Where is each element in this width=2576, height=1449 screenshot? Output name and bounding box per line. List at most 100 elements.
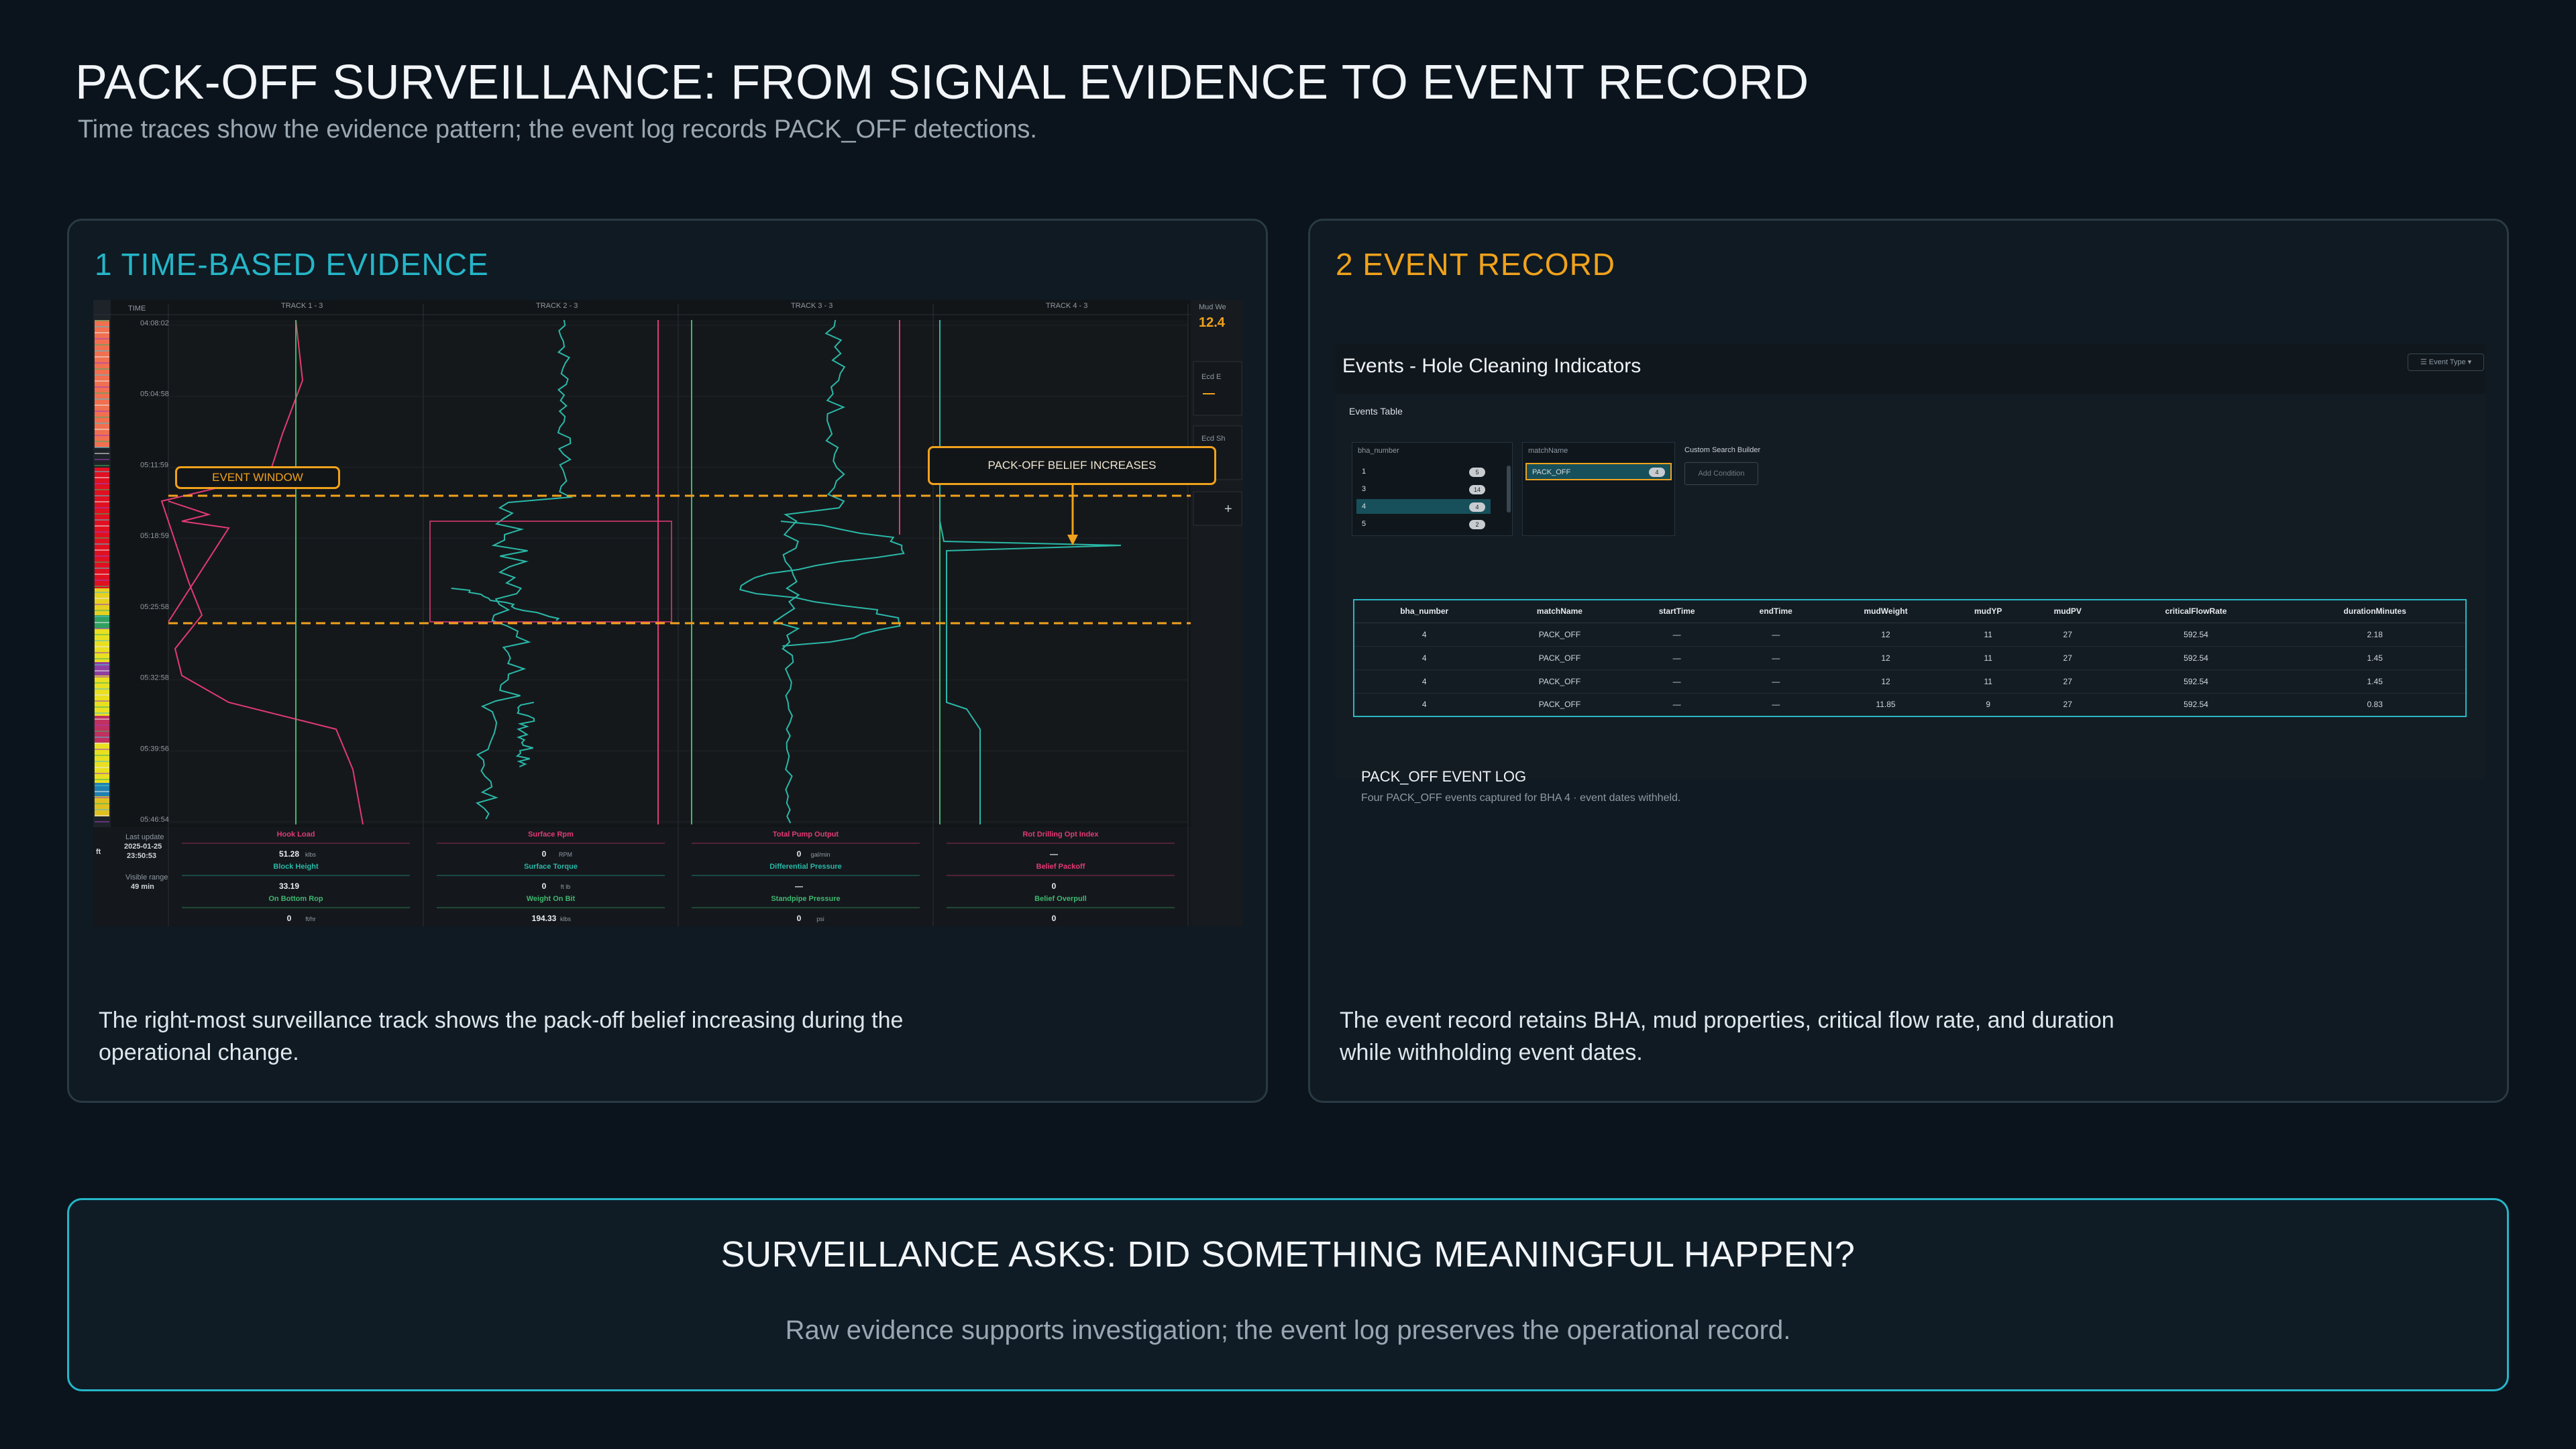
- lithology-stripe: [95, 670, 109, 672]
- lithology-stripe: [95, 555, 109, 557]
- lithology-stripe: [95, 592, 109, 593]
- filter-option[interactable]: 52: [1356, 517, 1491, 531]
- surveillance-chart-screenshot: TIME TRACK 1 - 3 TRACK 2 - 3 TRACK 3 - 3 TRA…: [93, 300, 1243, 926]
- readout-value: 33.19: [279, 881, 299, 891]
- table-cell: PACK_OFF: [1494, 669, 1625, 694]
- lithology-stripe: [95, 453, 109, 454]
- lithology-stripe: [95, 785, 109, 786]
- filter-option[interactable]: 15: [1356, 464, 1491, 479]
- lithology-stripe: [95, 368, 109, 370]
- event-type-button[interactable]: ☰ Event Type ▾: [2408, 354, 2484, 371]
- table-cell: 2.18: [2284, 623, 2466, 647]
- lithology-stripe: [95, 622, 109, 623]
- lithology-stripe: [95, 380, 109, 382]
- lithology-stripe: [95, 374, 109, 376]
- column-header[interactable]: bha_number: [1354, 600, 1495, 623]
- time-tick: 05:04:58: [140, 390, 169, 398]
- lithology-stripe: [95, 821, 109, 822]
- table-row[interactable]: 4 PACK_OFF — —11.85 9 27 592.54 0.83: [1354, 693, 2466, 717]
- filter-option[interactable]: 3 14: [1356, 482, 1491, 496]
- filter-count-badge: 4: [1469, 502, 1485, 512]
- time-tick: 05:25:58: [140, 603, 169, 611]
- table-cell: 592.54: [2107, 693, 2285, 717]
- table-cell: 11: [1948, 669, 2028, 694]
- lithology-stripe: [95, 658, 109, 659]
- readout-value: 0: [797, 849, 802, 859]
- filter-option-pack-off[interactable]: PACK_OFF 4: [1525, 463, 1672, 480]
- time-tick: 05:39:56: [140, 745, 169, 753]
- lithology-stripe: [95, 767, 109, 768]
- table-cell: PACK_OFF: [1494, 646, 1625, 670]
- column-header[interactable]: mudYP: [1948, 600, 2028, 623]
- readout-value: 194.33: [532, 914, 557, 923]
- readout-value: 0: [797, 914, 802, 923]
- table-cell: —: [1728, 669, 1823, 694]
- add-panel-button: [1193, 491, 1242, 526]
- readout-value: 0: [287, 914, 292, 923]
- events-table-section: Events Table bha_number 1 5 3 14 4 4 5 2 matchN…: [1336, 394, 2485, 804]
- readout-unit: ft/hr: [305, 916, 316, 922]
- lithology-stripe: [95, 640, 109, 641]
- lithology-stripe: [95, 519, 109, 521]
- filter-scrollbar[interactable]: [1507, 466, 1511, 513]
- table-cell: —: [1728, 693, 1823, 717]
- filter-option-label: 1: [1362, 468, 1366, 476]
- chevron-down-icon: ▾: [2465, 358, 2472, 366]
- lithology-stripe: [95, 471, 109, 472]
- banner-heading: SURVEILLANCE ASKS: DID SOMETHING MEANING…: [720, 1234, 1856, 1275]
- lithology-stripe: [95, 580, 109, 581]
- lithology-stripe: [95, 398, 109, 400]
- readout-label: Standpipe Pressure: [771, 895, 840, 903]
- column-header[interactable]: criticalFlowRate: [2107, 600, 2285, 623]
- column-header[interactable]: matchName: [1494, 600, 1625, 623]
- column-header[interactable]: mudWeight: [1823, 600, 1949, 623]
- panel-caption: The right-most surveillance track shows …: [99, 1008, 904, 1065]
- lithology-stripe: [95, 628, 109, 629]
- panel-caption: The event record retains BHA, mud proper…: [1340, 1008, 2114, 1065]
- readout-value: 0: [542, 849, 547, 859]
- table-row[interactable]: 4 PACK_OFF — —12 11 27 592.54 1.45: [1354, 669, 2466, 694]
- table-row[interactable]: 4 PACK_OFF — —12 11 27 592.54 1.45: [1354, 646, 2466, 670]
- table-cell: 12: [1823, 646, 1949, 670]
- filter-option[interactable]: 44: [1356, 499, 1491, 514]
- last-update-time: 23:50:53: [127, 852, 156, 860]
- readout-label: Rot Drilling Opt Index: [1022, 830, 1099, 839]
- lithology-stripe: [95, 386, 109, 388]
- surveillance-chart: TIME TRACK 1 - 3 TRACK 2 - 3 TRACK 3 - 3 TRA…: [93, 300, 1243, 926]
- filter-option-label: PACK_OFF: [1532, 468, 1571, 476]
- lithology-stripe: [95, 718, 109, 720]
- lithology-stripe: [95, 574, 109, 575]
- filter-option-label: 4: [1362, 502, 1366, 511]
- column-header[interactable]: durationMinutes: [2284, 600, 2466, 623]
- table-cell: —: [1625, 646, 1729, 670]
- column-header[interactable]: startTime: [1625, 600, 1729, 623]
- table-row[interactable]: 4 PACK_OFF — —12 11 27 592.54 2.18: [1354, 623, 2466, 647]
- lithology-stripe: [95, 350, 109, 352]
- lithology-stripe: [95, 791, 109, 792]
- filter-option-label: 3: [1362, 485, 1366, 493]
- table-cell: 0.83: [2284, 693, 2466, 717]
- add-condition-button[interactable]: Add Condition: [1684, 462, 1758, 485]
- depth-unit: ft: [96, 848, 101, 856]
- column-header[interactable]: endTime: [1728, 600, 1823, 623]
- lithology-stripe: [95, 423, 109, 424]
- table-cell: 592.54: [2107, 669, 2285, 694]
- readout-label: Surface Torque: [524, 863, 578, 871]
- table-cell: 4: [1354, 669, 1495, 694]
- events-table-label: Events Table: [1349, 406, 1403, 417]
- lithology-band: [95, 629, 109, 662]
- event-type-label: Event Type: [2428, 358, 2466, 366]
- lithology-stripe: [95, 749, 109, 750]
- readout-value: 0: [1052, 914, 1057, 923]
- readout-label: On Bottom Rop: [268, 895, 323, 903]
- footer-bg: [93, 827, 1191, 926]
- readout-label: Total Pump Output: [773, 830, 839, 839]
- table-cell: 1.45: [2284, 669, 2466, 694]
- visible-range-value: 49 min: [131, 883, 154, 891]
- lithology-stripe: [95, 489, 109, 490]
- lithology-stripe: [95, 417, 109, 418]
- ecd-label: Ecd Sh: [1201, 435, 1225, 443]
- lithology-stripe: [95, 712, 109, 714]
- lithology-stripe: [95, 737, 109, 738]
- column-header[interactable]: mudPV: [2027, 600, 2108, 623]
